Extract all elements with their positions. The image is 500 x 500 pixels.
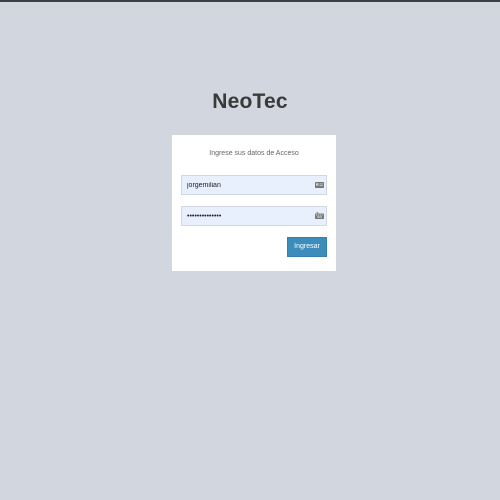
id-card-icon [315,182,324,188]
login-message: Ingrese sus datos de Acceso [209,150,299,157]
app-logo-title: NeoTec [212,90,288,113]
password-input[interactable] [182,207,310,225]
login-box: Ingrese sus datos de Acceso Ingresar [172,135,336,271]
login-submit-button[interactable]: Ingresar [287,237,327,257]
username-input[interactable] [182,176,310,194]
top-border [0,0,500,2]
username-field[interactable] [181,175,327,195]
password-field[interactable] [181,206,327,226]
keyboard-icon [315,212,324,219]
